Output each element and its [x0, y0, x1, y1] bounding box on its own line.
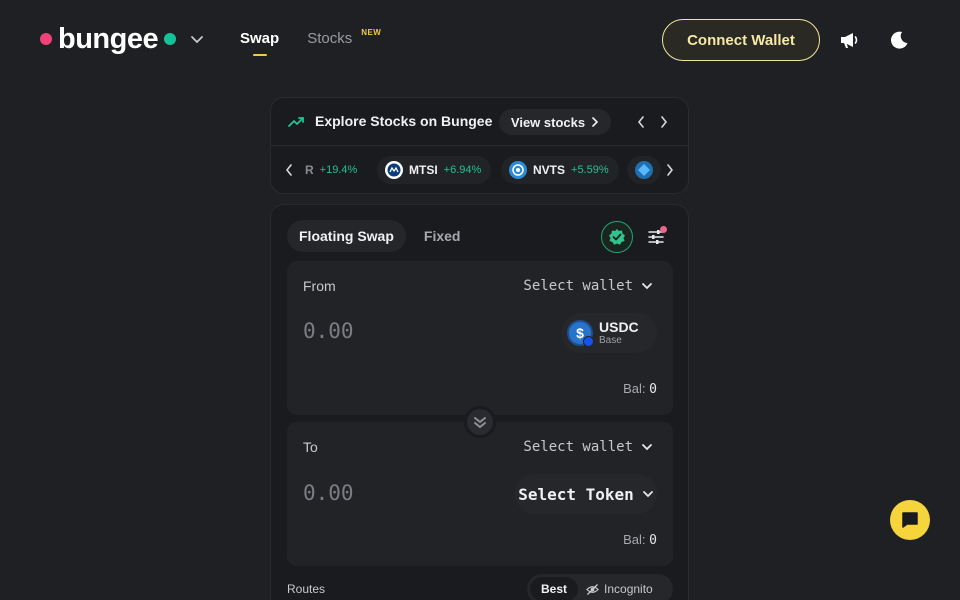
route-incognito-option[interactable]: Incognito: [578, 577, 661, 600]
swap-mode-tabs: Floating Swap Fixed: [287, 220, 472, 252]
from-balance-label: Bal:: [623, 381, 646, 396]
stock-chip-r[interactable]: R +19.4%: [297, 156, 367, 184]
stock-logo-icon: [635, 161, 653, 179]
ticker-prev-arrow-icon[interactable]: [282, 162, 296, 178]
megaphone-icon[interactable]: [837, 28, 861, 52]
connect-wallet-button[interactable]: Connect Wallet: [662, 19, 820, 61]
chat-bubble-icon: [902, 512, 918, 528]
to-balance: Bal: 0: [623, 532, 657, 548]
swap-card: Floating Swap Fixed From Select wallet 0…: [270, 204, 689, 600]
banner-next-arrow-icon[interactable]: [657, 114, 671, 130]
from-select-wallet[interactable]: Select wallet: [523, 278, 653, 294]
banner-prev-arrow-icon[interactable]: [634, 114, 648, 130]
route-best-option[interactable]: Best: [530, 577, 579, 600]
route-incognito-label: Incognito: [604, 582, 653, 596]
mtsi-logo-icon: [385, 161, 403, 179]
view-stocks-label: View stocks: [510, 114, 586, 130]
stocks-banner-header: Explore Stocks on Bungee View stocks: [271, 98, 688, 146]
stock-chip-mtsi[interactable]: MTSI +6.94%: [377, 156, 492, 184]
stock-symbol: NVTS: [533, 163, 566, 177]
swap-direction-button[interactable]: [464, 406, 496, 438]
settings-notification-dot: [660, 226, 667, 233]
chevron-down-icon: [642, 283, 652, 290]
main-nav: Swap Stocks NEW: [240, 28, 381, 56]
eye-off-icon: [586, 583, 599, 595]
stocks-banner-title: Explore Stocks on Bungee: [315, 113, 493, 129]
to-panel: To Select wallet 0.00 Select Token Bal: …: [287, 422, 673, 566]
stock-change: +5.59%: [571, 164, 609, 176]
double-chevron-down-icon: [474, 417, 486, 429]
nvts-logo-icon: [509, 161, 527, 179]
stock-chip-partial[interactable]: [627, 156, 661, 184]
logo-dot-pink: [40, 33, 52, 45]
view-stocks-button[interactable]: View stocks: [499, 109, 611, 135]
verified-shield-button[interactable]: [601, 221, 633, 253]
from-panel: From Select wallet 0.00 $ USDC Base Bal:…: [287, 261, 673, 415]
from-token-info: USDC Base: [599, 318, 639, 347]
from-balance-value: 0: [649, 382, 657, 397]
chevron-down-icon[interactable]: [190, 32, 204, 46]
moon-icon[interactable]: [887, 28, 911, 52]
nav-swap[interactable]: Swap: [240, 30, 279, 56]
stock-ticker-row: R +19.4% MTSI +6.94% NVTS +5.59%: [271, 146, 688, 194]
stock-chip-nvts[interactable]: NVTS +5.59%: [501, 156, 619, 184]
logo-dot-green: [164, 33, 177, 45]
verified-check-icon: [609, 229, 625, 245]
select-token-label: Select Token: [518, 484, 634, 504]
to-balance-label: Bal:: [623, 532, 646, 547]
chevron-down-icon: [642, 491, 653, 498]
chevron-right-icon: [592, 117, 599, 127]
tab-fixed[interactable]: Fixed: [412, 220, 473, 252]
from-amount-input[interactable]: 0.00: [303, 319, 354, 343]
base-chain-icon: [583, 336, 594, 347]
tab-floating-swap[interactable]: Floating Swap: [287, 220, 406, 252]
from-balance: Bal: 0: [623, 381, 657, 397]
from-label: From: [303, 278, 336, 294]
select-token-button[interactable]: Select Token: [515, 474, 657, 514]
stock-symbol: MTSI: [409, 163, 438, 177]
bungee-logo[interactable]: bungee: [40, 24, 204, 54]
routes-label: Routes: [287, 582, 326, 596]
chevron-down-icon: [642, 444, 652, 451]
stock-symbol: R: [305, 163, 314, 177]
from-token-chain: Base: [599, 334, 622, 346]
stock-change: +19.4%: [319, 164, 358, 176]
to-amount-input[interactable]: 0.00: [303, 481, 354, 505]
from-token-selector[interactable]: $ USDC Base: [561, 313, 657, 353]
usdc-token-icon: $: [567, 320, 594, 347]
trending-up-icon: [287, 113, 305, 131]
to-balance-value: 0: [649, 533, 657, 548]
from-wallet-label: Select wallet: [523, 278, 633, 294]
ticker-next-arrow-icon[interactable]: [663, 162, 677, 178]
new-badge: NEW: [361, 28, 382, 37]
chat-support-button[interactable]: [890, 500, 930, 540]
to-select-wallet[interactable]: Select wallet: [523, 439, 653, 455]
to-wallet-label: Select wallet: [523, 439, 633, 455]
stocks-banner: Explore Stocks on Bungee View stocks R +…: [270, 97, 689, 194]
to-label: To: [303, 439, 318, 455]
logo-text: bungee: [58, 23, 159, 55]
nav-stocks[interactable]: Stocks NEW: [307, 28, 381, 52]
from-token-symbol: USDC: [599, 318, 639, 335]
top-header: bungee Swap Stocks NEW Connect Wallet: [0, 0, 960, 80]
nav-stocks-label: Stocks: [307, 30, 353, 47]
route-mode-toggle: Best Incognito: [527, 574, 673, 600]
stock-change: +6.94%: [443, 164, 482, 176]
